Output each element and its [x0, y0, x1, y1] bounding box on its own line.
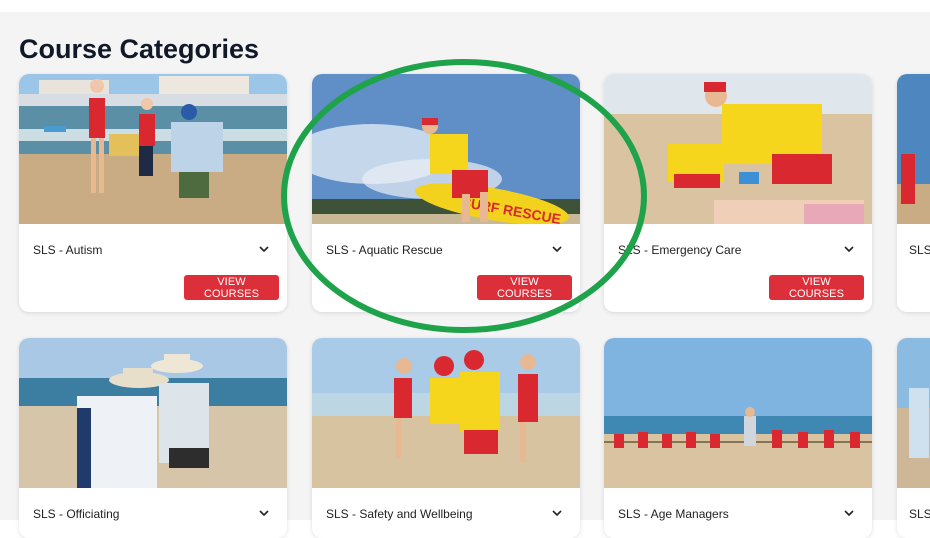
card-image[interactable]	[19, 74, 287, 224]
card-image[interactable]: SURF RESCUE	[312, 74, 580, 224]
chevron-down-icon[interactable]	[550, 506, 564, 520]
card-label: SLS - Autism	[33, 243, 103, 257]
card-label: SLS	[909, 243, 930, 257]
card-image[interactable]	[19, 338, 287, 488]
view-courses-button[interactable]: VIEW COURSES	[769, 275, 864, 300]
chevron-down-icon[interactable]	[257, 506, 271, 520]
card-image[interactable]	[312, 338, 580, 488]
category-card-emergency-care[interactable]: SLS - Emergency Care VIEW COURSES	[604, 74, 872, 312]
content-area: Course Categories SLS - Autism VIEW COUR…	[0, 12, 930, 538]
page-title: Course Categories	[19, 34, 260, 64]
card-label: SLS - Emergency Care	[618, 243, 742, 257]
category-card-autism[interactable]: SLS - Autism VIEW COURSES	[19, 74, 287, 312]
card-label: SLS - Aquatic Rescue	[326, 243, 443, 257]
card-label: SLS	[909, 507, 930, 521]
card-image[interactable]	[604, 74, 872, 224]
category-card-partial[interactable]: SLS	[897, 74, 930, 312]
category-card-partial[interactable]: SLS	[897, 338, 930, 538]
chevron-down-icon[interactable]	[842, 242, 856, 256]
category-card-age-managers[interactable]: SLS - Age Managers	[604, 338, 872, 538]
category-card-officiating[interactable]: SLS - Officiating	[19, 338, 287, 538]
chevron-down-icon[interactable]	[257, 242, 271, 256]
card-image[interactable]	[604, 338, 872, 488]
card-image[interactable]	[897, 338, 930, 488]
category-card-aquatic-rescue[interactable]: SURF RESCUE SLS - Aquatic Rescue VIEW CO…	[312, 74, 580, 312]
card-image[interactable]	[897, 74, 930, 224]
view-courses-button[interactable]: VIEW COURSES	[477, 275, 572, 300]
category-card-safety-wellbeing[interactable]: SLS - Safety and Wellbeing	[312, 338, 580, 538]
card-label: SLS - Officiating	[33, 507, 120, 521]
card-label: SLS - Safety and Wellbeing	[326, 507, 473, 521]
view-courses-button[interactable]: VIEW COURSES	[184, 275, 279, 300]
chevron-down-icon[interactable]	[842, 506, 856, 520]
card-label: SLS - Age Managers	[618, 507, 729, 521]
chevron-down-icon[interactable]	[550, 242, 564, 256]
